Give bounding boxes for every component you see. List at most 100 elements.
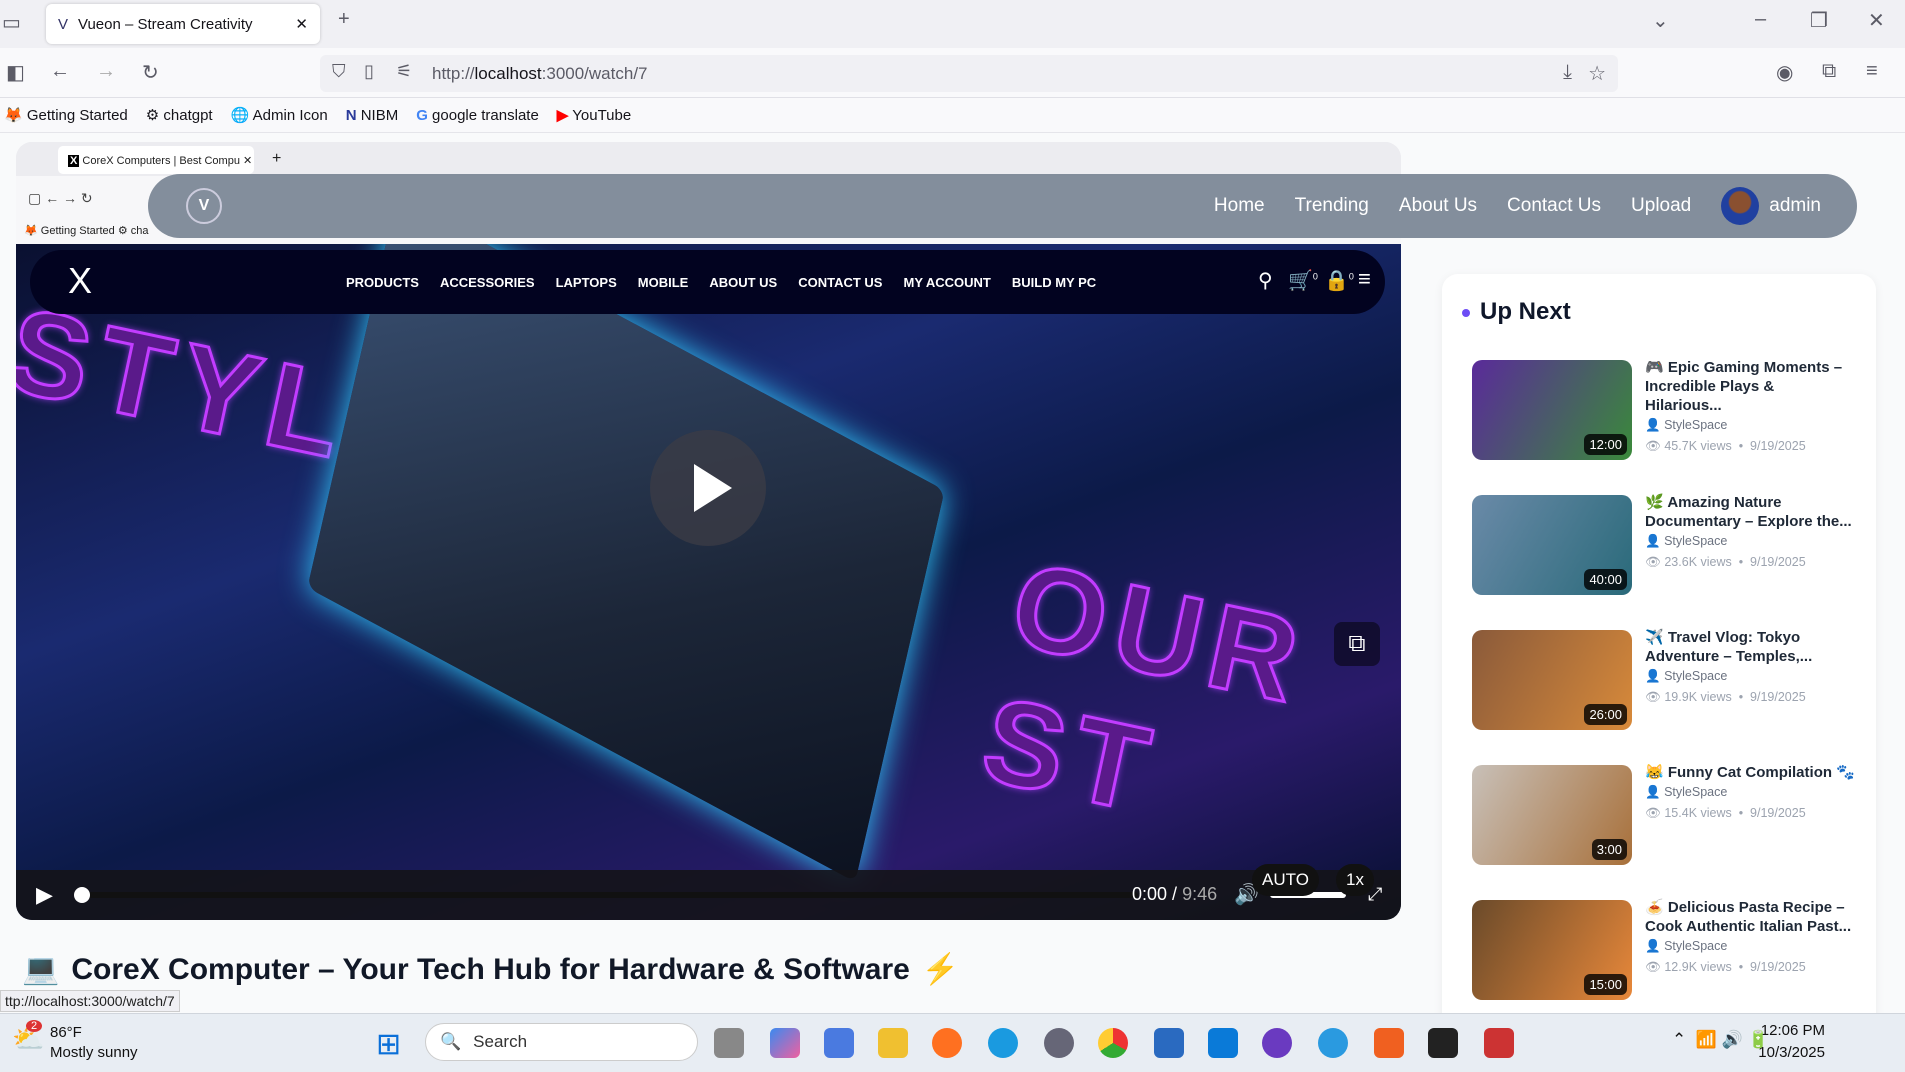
up-next-item[interactable]: 26:00 ✈️ Travel Vlog: Tokyo Adventure – … [1472, 628, 1872, 730]
video-thumbnail[interactable]: 12:00 [1472, 360, 1632, 460]
tab-list-icon[interactable]: ▭ [2, 10, 21, 35]
nav-home[interactable]: Home [1214, 195, 1265, 217]
quality-button[interactable]: AUTO [1252, 864, 1319, 896]
tab-overflow-icon[interactable]: ⌄ [1652, 8, 1669, 33]
video-device-image [307, 244, 945, 882]
up-next-item[interactable]: 3:00 😹 Funny Cat Compilation 🐾 👤 StyleSp… [1472, 763, 1872, 865]
picture-in-picture-icon[interactable]: ⧉ [1334, 622, 1380, 666]
menu-icon[interactable]: ≡ [1866, 60, 1878, 83]
corex-navbar: X PRODUCTS ACCESSORIES LAPTOPS MOBILE ABOUT … [30, 250, 1385, 314]
video-bg-text: OUR ST [971, 535, 1321, 840]
close-tab-icon[interactable]: ✕ [295, 15, 308, 33]
user-icon: 👤 [1645, 669, 1661, 683]
sidebar-icon[interactable]: ◧ [6, 60, 25, 85]
user-icon: 👤 [1645, 939, 1661, 953]
settings-icon[interactable] [1044, 1028, 1074, 1058]
video-frame[interactable]: STYLE OUR ST X PRODUCTS ACCESSORIES LAPTOP… [16, 244, 1401, 920]
up-next-item[interactable]: 12:00 🎮 Epic Gaming Moments – Incredible… [1472, 358, 1872, 460]
seek-bar[interactable] [74, 887, 1138, 903]
new-tab-icon[interactable]: + [338, 8, 350, 31]
account-icon[interactable]: ◉ [1776, 60, 1793, 85]
video-thumbnail[interactable]: 3:00 [1472, 765, 1632, 865]
photos-icon[interactable] [1154, 1028, 1184, 1058]
video-thumbnail[interactable]: 40:00 [1472, 495, 1632, 595]
chrome-icon[interactable] [1098, 1028, 1128, 1058]
up-next-heading: Up Next [1480, 298, 1571, 325]
up-next-item[interactable]: 40:00 🌿 Amazing Nature Documentary – Exp… [1472, 493, 1872, 595]
nav-trending[interactable]: Trending [1295, 195, 1369, 217]
duration-badge: 26:00 [1584, 704, 1627, 725]
seek-handle[interactable] [74, 887, 90, 903]
play-button[interactable] [650, 430, 766, 546]
url-path: :3000/watch/7 [541, 63, 648, 83]
xampp-icon[interactable] [1374, 1028, 1404, 1058]
close-window-icon[interactable]: ✕ [1868, 8, 1885, 33]
fullscreen-icon[interactable]: ⤢ [1368, 884, 1382, 905]
reload-icon[interactable]: ↻ [142, 60, 159, 85]
forward-icon[interactable]: → [96, 60, 116, 83]
video-thumbnail[interactable]: 26:00 [1472, 630, 1632, 730]
user-menu[interactable]: admin [1721, 187, 1821, 225]
bookmark-getting-started[interactable]: 🦊 Getting Started [4, 106, 128, 124]
taskbar-search[interactable]: 🔍 Search [425, 1023, 698, 1061]
tray-icons[interactable]: ⌃ 📶 🔊 🔋 [1672, 1030, 1769, 1050]
permissions-icon[interactable]: ⚟ [396, 61, 412, 82]
minimize-icon[interactable]: – [1755, 8, 1766, 31]
save-page-icon[interactable]: ⤓ [1563, 61, 1572, 84]
bookmark-google-translate[interactable]: G google translate [416, 107, 539, 124]
bookmark-nibm[interactable]: N NIBM [346, 107, 399, 124]
site-logo[interactable]: V [186, 188, 222, 224]
browser-tab[interactable]: V Vueon – Stream Creativity ✕ [46, 4, 320, 44]
duration-badge: 40:00 [1584, 569, 1627, 590]
weather-temp: 86°F [50, 1024, 82, 1041]
telegram-icon[interactable] [1318, 1028, 1348, 1058]
item-title[interactable]: 🎮 Epic Gaming Moments – Incredible Plays… [1645, 358, 1855, 415]
edge-icon[interactable] [988, 1028, 1018, 1058]
video-thumbnail[interactable]: 15:00 [1472, 900, 1632, 1000]
nav-upload[interactable]: Upload [1631, 195, 1691, 217]
vscode-icon[interactable] [1208, 1028, 1238, 1058]
bookmark-star-icon[interactable]: ☆ [1588, 61, 1606, 86]
url-host: localhost [474, 63, 542, 83]
corex-bag-icon: 🔒0 [1324, 270, 1354, 292]
back-icon[interactable]: ← [50, 60, 70, 83]
video-title: 💻 CoreX Computer – Your Tech Hub for Hard… [22, 952, 960, 987]
bookmarks-bar: 🦊 Getting Started ⚙ chatgpt 🌐 Admin Icon… [0, 98, 1905, 133]
github-icon[interactable] [1262, 1028, 1292, 1058]
item-title[interactable]: 😹 Funny Cat Compilation 🐾 [1645, 763, 1855, 782]
nav-about-us[interactable]: About Us [1399, 195, 1477, 217]
taskview-icon[interactable] [714, 1028, 744, 1058]
bookmark-admin-icon[interactable]: 🌐 Admin Icon [231, 106, 328, 124]
up-next-item[interactable]: 15:00 🍝 Delicious Pasta Recipe – Cook Au… [1472, 898, 1872, 1000]
firefox-icon[interactable] [932, 1028, 962, 1058]
shield-icon[interactable]: ⛉ [332, 61, 346, 82]
copilot-icon[interactable] [770, 1028, 800, 1058]
search-icon: 🔍 [440, 1032, 462, 1051]
nav-contact-us[interactable]: Contact Us [1507, 195, 1601, 217]
eye-icon: 👁 [1645, 690, 1661, 704]
terminal-icon[interactable] [1428, 1028, 1458, 1058]
play-small-icon[interactable]: ▶ [36, 882, 53, 908]
user-icon: 👤 [1645, 785, 1661, 799]
file-explorer-icon[interactable] [878, 1028, 908, 1058]
bookmark-youtube[interactable]: ▶ YouTube [557, 106, 631, 124]
url-bar[interactable]: ⛉ ▯ ⚟ http://localhost:3000/watch/7 ⤓ ☆ [320, 55, 1618, 92]
maximize-icon[interactable]: ❐ [1810, 8, 1828, 33]
snipping-tool-icon[interactable] [1484, 1028, 1514, 1058]
item-title[interactable]: ✈️ Travel Vlog: Tokyo Adventure – Temple… [1645, 628, 1855, 666]
status-bar-url: ttp://localhost:3000/watch/7 [0, 990, 180, 1012]
corex-logo: X [68, 260, 93, 301]
page-icon[interactable]: ▯ [364, 61, 374, 82]
channel-name: 👤 StyleSpace [1645, 939, 1728, 953]
corex-cart-icon: 🛒0 [1288, 270, 1318, 292]
user-icon: 👤 [1645, 534, 1661, 548]
item-title[interactable]: 🌿 Amazing Nature Documentary – Explore t… [1645, 493, 1855, 531]
item-title[interactable]: 🍝 Delicious Pasta Recipe – Cook Authenti… [1645, 898, 1855, 936]
bookmark-chatgpt[interactable]: ⚙ chatgpt [146, 106, 213, 124]
channel-name: 👤 StyleSpace [1645, 534, 1728, 548]
store-icon[interactable] [824, 1028, 854, 1058]
item-meta: 👁 45.7K views • 9/19/2025 [1645, 439, 1806, 453]
video-player[interactable]: X CoreX Computers | Best Compu ✕ + ▢ ← →… [16, 142, 1401, 920]
extensions-icon[interactable]: ⧉ [1822, 60, 1836, 83]
windows-start-icon[interactable]: ⊞ [376, 1027, 401, 1062]
